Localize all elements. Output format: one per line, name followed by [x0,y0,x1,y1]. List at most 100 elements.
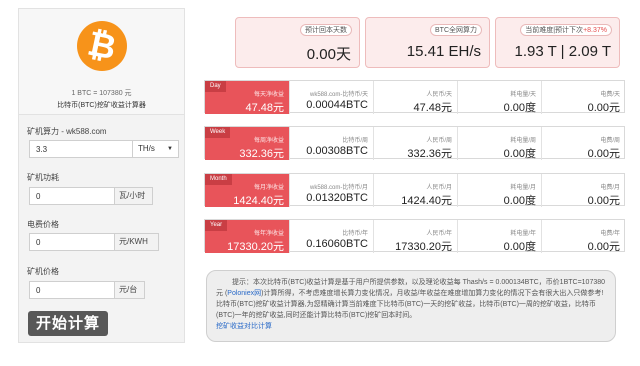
rmb-value: 1424.40元 [401,195,452,207]
rmb-label: 人民币/月 [426,185,452,191]
net-income-cell: Day 每天净收益 47.48元 [205,81,289,114]
calculator-title: 比特币(BTC)挖矿收益计算器 [57,102,146,109]
calculator-panel: ₿ 1 BTC = 107380 元 比特币(BTC)挖矿收益计算器 矿机算力 … [18,8,185,343]
net-income-label: 每月净收益 [253,185,284,191]
bitcoin-logo-icon: ₿ [77,21,127,71]
chevron-down-icon: ▼ [167,146,173,152]
machine-price-input[interactable] [29,281,115,299]
btc-cell: 比特币/年 0.16060BTC [289,220,373,253]
electricity-input[interactable] [29,233,115,251]
power-usage-value: 0.00度 [503,195,536,207]
electricity-cost-label: 电费/月 [600,185,620,191]
hashrate-unit-label: TH/s [138,144,155,153]
period-tag: Month [205,174,232,185]
period-tag: Year [205,220,228,231]
electricity-cost-value: 0.00元 [587,102,620,114]
power-usage-label: 耗电量/天 [510,92,536,98]
btc-label: wk588.com-比特币/天 [309,92,368,98]
net-income-value: 17330.20元 [227,241,284,253]
difficulty-change: +8.37% [583,27,607,34]
power-usage-cell: 耗电量/天 0.00度 [457,81,541,114]
power-usage-cell: 耗电量/周 0.00度 [457,127,541,160]
electricity-cost-cell: 电费/月 0.00元 [541,174,625,207]
btc-rate-text: 1 BTC = 107380 元 [71,90,132,97]
payback-days-label: 预计回本天数 [300,24,352,36]
rmb-label: 人民币/周 [426,138,452,144]
result-row-year: Year 每年净收益 17330.20元 比特币/年 0.16060BTC 人民… [204,219,625,253]
power-label: 矿机功耗 [27,173,59,182]
rmb-label: 人民币/年 [426,231,452,237]
rmb-cell: 人民币/周 332.36元 [373,127,457,160]
note-text-2: )计算所得，不考虑难度增长算力变化情况，月收益/年收益在难度增加算力变化的情况下… [216,290,604,319]
panel-header: ₿ 1 BTC = 107380 元 比特币(BTC)挖矿收益计算器 [19,9,184,115]
rmb-value: 17330.20元 [395,241,452,253]
power-usage-cell: 耗电量/年 0.00度 [457,220,541,253]
poloniex-link[interactable]: Poloniex网 [227,290,261,297]
net-income-label: 每年净收益 [253,231,284,237]
period-tag: Week [205,127,231,138]
network-hashrate-label: BTC全网算力 [430,24,482,36]
start-calculation-button[interactable]: 开始计算 [28,311,108,336]
difficulty-label-tag: 当前难度|预计下次+8.37% [520,24,612,36]
net-income-value: 47.48元 [245,102,284,114]
electricity-cost-cell: 电费/周 0.00元 [541,127,625,160]
machine-price-unit: 元/台 [115,281,145,299]
btc-value: 0.16060BTC [306,238,368,250]
electricity-cost-label: 电费/天 [600,92,620,98]
net-income-label: 每天净收益 [253,92,284,98]
btc-cell: 比特币/周 0.00308BTC [289,127,373,160]
machine-price-label: 矿机价格 [27,267,59,276]
payback-days-value: 0.00天 [306,46,351,63]
btc-label: 比特币/周 [342,138,368,144]
electricity-cost-cell: 电费/天 0.00元 [541,81,625,114]
rmb-value: 47.48元 [413,102,452,114]
hashrate-input[interactable] [29,140,133,158]
electricity-cost-label: 电费/周 [600,138,620,144]
power-usage-label: 耗电量/周 [510,138,536,144]
network-hashrate-card: BTC全网算力 15.41 EH/s [365,17,490,68]
difficulty-label: 当前难度|预计下次 [525,27,584,34]
net-income-label: 每周净收益 [253,138,284,144]
electricity-cost-value: 0.00元 [587,241,620,253]
hashrate-unit-select[interactable]: TH/s ▼ [133,140,179,158]
electricity-cost-value: 0.00元 [587,148,620,160]
rmb-cell: 人民币/月 1424.40元 [373,174,457,207]
btc-cell: wk588.com-比特币/月 0.01320BTC [289,174,373,207]
mining-comparison-link[interactable]: 挖矿收益对比计算 [216,323,272,330]
electricity-cost-value: 0.00元 [587,195,620,207]
power-usage-value: 0.00度 [503,148,536,160]
rmb-value: 332.36元 [407,148,452,160]
net-income-value: 1424.40元 [233,195,284,207]
power-usage-label: 耗电量/年 [510,231,536,237]
payback-days-card: 预计回本天数 0.00天 [235,17,360,68]
electricity-label: 电费价格 [27,220,59,229]
power-input[interactable] [29,187,115,205]
power-usage-label: 耗电量/月 [510,185,536,191]
electricity-cost-cell: 电费/年 0.00元 [541,220,625,253]
difficulty-card: 当前难度|预计下次+8.37% 1.93 T | 2.09 T [495,17,620,68]
net-income-value: 332.36元 [239,148,284,160]
power-usage-value: 0.00度 [503,102,536,114]
net-income-cell: Year 每年净收益 17330.20元 [205,220,289,253]
power-usage-cell: 耗电量/月 0.00度 [457,174,541,207]
btc-value: 0.00308BTC [306,145,368,157]
electricity-cost-label: 电费/年 [600,231,620,237]
hashrate-label: 矿机算力 - wk588.com [27,127,107,136]
rmb-cell: 人民币/年 17330.20元 [373,220,457,253]
btc-value: 0.01320BTC [306,192,368,204]
btc-cell: wk588.com-比特币/天 0.00044BTC [289,81,373,114]
period-tag: Day [205,81,226,92]
btc-label: 比特币/年 [342,231,368,237]
btc-label: wk588.com-比特币/月 [309,185,368,191]
power-unit: 瓦/小时 [115,187,153,205]
net-income-cell: Month 每月净收益 1424.40元 [205,174,289,207]
network-hashrate-value: 15.41 EH/s [406,43,481,60]
electricity-unit: 元/KWH [115,233,159,251]
calculation-note: 提示：本次比特币(BTC)收益计算是基于用户所提供参数，以及理论收益每 Thas… [206,270,616,342]
result-row-month: Month 每月净收益 1424.40元 wk588.com-比特币/月 0.0… [204,173,625,207]
difficulty-value: 1.93 T | 2.09 T [514,43,611,60]
btc-value: 0.00044BTC [306,99,368,111]
net-income-cell: Week 每周净收益 332.36元 [205,127,289,160]
rmb-cell: 人民币/天 47.48元 [373,81,457,114]
result-row-week: Week 每周净收益 332.36元 比特币/周 0.00308BTC 人民币/… [204,126,625,160]
